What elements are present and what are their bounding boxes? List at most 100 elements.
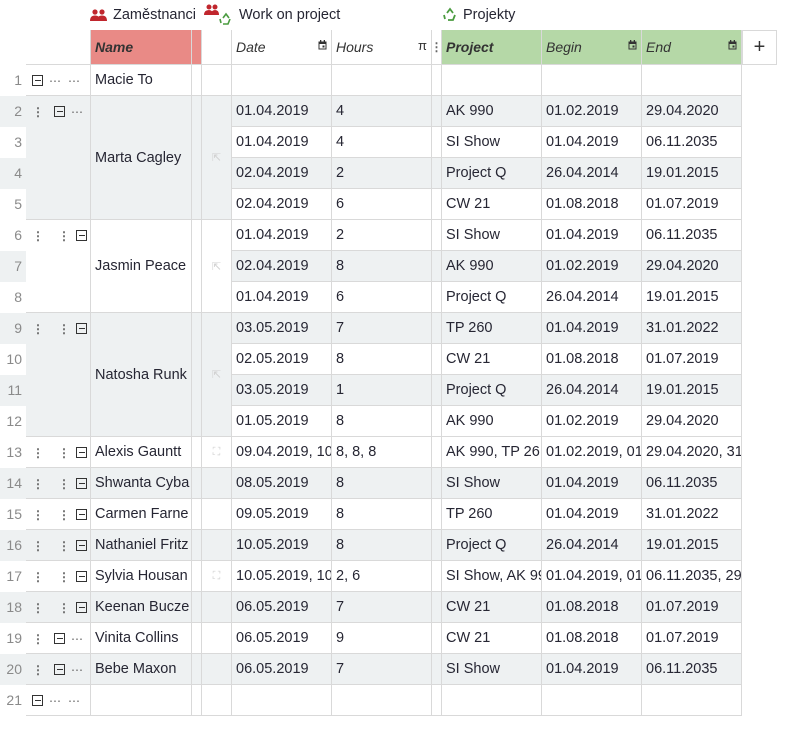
spacer-cell[interactable] (432, 654, 442, 685)
spacer-cell[interactable] (432, 282, 442, 313)
date-cell[interactable]: 06.05.2019 (232, 654, 332, 685)
collapse-icon[interactable] (76, 323, 87, 334)
begin-cell[interactable]: 01.08.2018 (542, 623, 642, 654)
end-cell[interactable]: 19.01.2015 (642, 375, 742, 406)
employee-name-cell[interactable]: Jasmin Peace (91, 220, 192, 313)
expand-icon[interactable]: ⛶ (213, 570, 221, 583)
hours-cell[interactable]: 2, 6 (332, 561, 432, 592)
collapse-icon[interactable] (76, 230, 87, 241)
spacer-cell[interactable] (432, 96, 442, 127)
date-cell[interactable]: 02.04.2019 (232, 251, 332, 282)
collapse-icon[interactable] (76, 509, 87, 520)
collapse-icon[interactable] (54, 664, 65, 675)
project-cell[interactable] (442, 685, 542, 716)
drag-handle-icon[interactable]: ⋮ (58, 477, 70, 491)
drag-handle-icon[interactable]: ⋮ (32, 105, 44, 119)
project-cell[interactable]: SI Show (442, 468, 542, 499)
column-header-begin[interactable]: Begin (542, 30, 642, 65)
date-cell[interactable]: 03.05.2019 (232, 313, 332, 344)
spacer-cell[interactable] (432, 685, 442, 716)
column-header-project[interactable]: Project (442, 30, 542, 65)
begin-cell[interactable]: 01.04.2019 (542, 127, 642, 158)
employee-name-cell[interactable]: Keenan Bucze (91, 592, 192, 623)
column-header-hours[interactable]: Hours π (332, 30, 432, 65)
hours-cell[interactable]: 6 (332, 189, 432, 220)
spacer-cell[interactable] (432, 127, 442, 158)
hours-cell[interactable]: 9 (332, 623, 432, 654)
spacer-cell[interactable] (432, 561, 442, 592)
end-cell[interactable]: 06.11.2035 (642, 654, 742, 685)
drag-handle-icon[interactable]: ⋮ (58, 322, 70, 336)
hours-cell[interactable]: 6 (332, 282, 432, 313)
collapse-icon[interactable] (76, 447, 87, 458)
link-cell[interactable] (202, 685, 232, 716)
drag-handle-icon[interactable]: ⋮ (32, 508, 44, 522)
link-cell[interactable]: ⛶ (202, 437, 232, 468)
expand-icon[interactable]: ⇱ (212, 151, 221, 164)
date-cell[interactable]: 06.05.2019 (232, 623, 332, 654)
link-cell[interactable] (202, 654, 232, 685)
drag-handle-icon[interactable]: ⋮ (32, 663, 44, 677)
more-icon[interactable]: ⋯ (71, 632, 84, 646)
hours-cell[interactable]: 1 (332, 375, 432, 406)
drag-handle-icon[interactable]: ⋮ (58, 229, 70, 243)
hours-cell[interactable]: 7 (332, 592, 432, 623)
collapse-icon[interactable] (54, 106, 65, 117)
begin-cell[interactable]: 01.04.2019 (542, 313, 642, 344)
end-cell[interactable]: 06.11.2035 (642, 220, 742, 251)
add-column-button[interactable]: + (742, 30, 777, 65)
begin-cell[interactable] (542, 65, 642, 96)
drag-handle-icon[interactable]: ⋮ (32, 539, 44, 553)
drag-handle-icon[interactable]: ⋮ (32, 570, 44, 584)
end-cell[interactable]: 06.11.2035, 29 (642, 561, 742, 592)
spacer-cell[interactable] (432, 158, 442, 189)
employee-name-cell[interactable] (91, 685, 192, 716)
end-cell[interactable]: 19.01.2015 (642, 282, 742, 313)
link-cell[interactable]: ⇱ (202, 220, 232, 313)
expand-icon[interactable]: ⇱ (212, 368, 221, 381)
collapse-icon[interactable] (76, 478, 87, 489)
begin-cell[interactable]: 01.02.2019 (542, 96, 642, 127)
date-cell[interactable]: 01.04.2019 (232, 220, 332, 251)
spacer-cell[interactable] (432, 251, 442, 282)
hours-cell[interactable]: 4 (332, 127, 432, 158)
begin-cell[interactable]: 26.04.2014 (542, 158, 642, 189)
hours-cell[interactable]: 8 (332, 344, 432, 375)
date-cell[interactable]: 02.05.2019 (232, 344, 332, 375)
project-cell[interactable]: Project Q (442, 530, 542, 561)
date-cell[interactable] (232, 685, 332, 716)
begin-cell[interactable]: 26.04.2014 (542, 282, 642, 313)
spacer-cell[interactable] (432, 65, 442, 96)
spacer-cell[interactable] (432, 468, 442, 499)
begin-cell[interactable]: 01.04.2019 (542, 499, 642, 530)
employee-name-cell[interactable]: Macie To (91, 65, 192, 96)
spacer-cell[interactable] (432, 406, 442, 437)
project-cell[interactable]: AK 990 (442, 251, 542, 282)
drag-handle-icon[interactable]: ⋮ (32, 632, 44, 646)
spacer-cell[interactable] (432, 592, 442, 623)
spacer-cell[interactable] (432, 375, 442, 406)
drag-handle-icon[interactable]: ⋮ (58, 570, 70, 584)
end-cell[interactable] (642, 65, 742, 96)
date-cell[interactable]: 10.05.2019, 10 (232, 561, 332, 592)
link-cell[interactable] (202, 623, 232, 654)
more-icon[interactable]: ⋯ (68, 74, 81, 88)
link-cell[interactable] (202, 499, 232, 530)
end-cell[interactable]: 01.07.2019 (642, 189, 742, 220)
collapse-icon[interactable] (76, 602, 87, 613)
end-cell[interactable]: 01.07.2019 (642, 623, 742, 654)
date-cell[interactable]: 03.05.2019 (232, 375, 332, 406)
date-cell[interactable]: 09.04.2019, 10 (232, 437, 332, 468)
project-cell[interactable]: SI Show (442, 127, 542, 158)
hours-cell[interactable]: 7 (332, 313, 432, 344)
spacer-cell[interactable] (432, 313, 442, 344)
collapse-icon[interactable] (32, 695, 43, 706)
column-header-link[interactable] (202, 30, 232, 65)
project-cell[interactable]: SI Show, AK 99 (442, 561, 542, 592)
hours-cell[interactable] (332, 685, 432, 716)
column-header-name-handle[interactable] (192, 30, 202, 65)
date-cell[interactable]: 01.04.2019 (232, 127, 332, 158)
drag-handle-icon[interactable]: ⋮ (58, 601, 70, 615)
hours-cell[interactable]: 2 (332, 158, 432, 189)
project-cell[interactable]: CW 21 (442, 344, 542, 375)
